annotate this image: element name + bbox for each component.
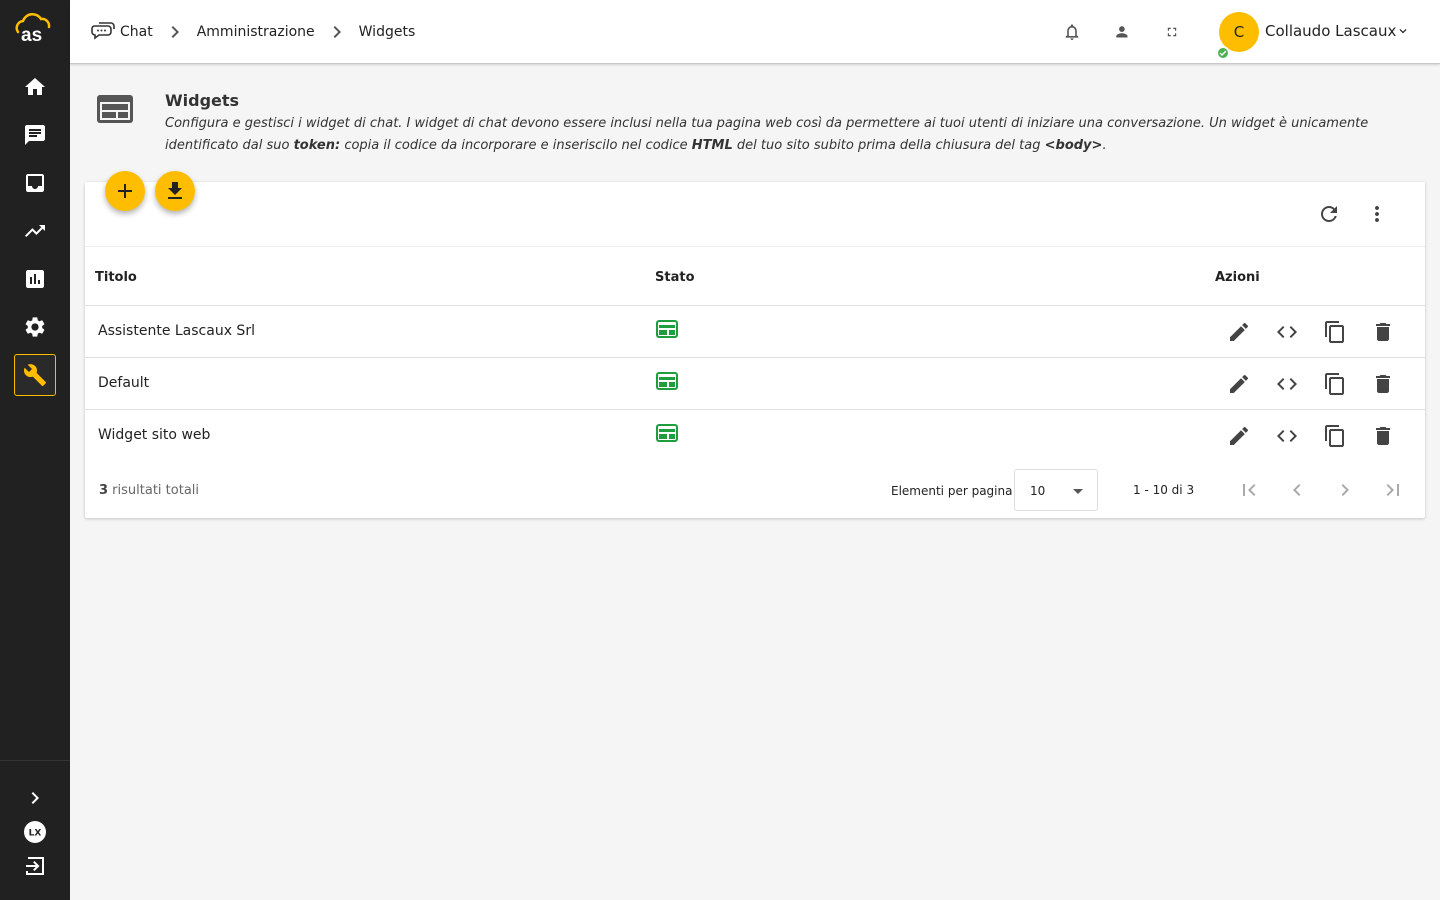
delete-icon[interactable] (1371, 320, 1395, 344)
bell-icon[interactable] (1060, 20, 1084, 44)
first-page-icon[interactable] (1237, 478, 1261, 502)
user-menu[interactable]: Collaudo Lascaux (1265, 22, 1410, 40)
breadcrumb-chat[interactable]: Chat (120, 24, 153, 40)
delete-icon[interactable] (1371, 424, 1395, 448)
logout-icon (26, 857, 44, 875)
user-name: Collaudo Lascaux (1265, 22, 1397, 40)
fullscreen-icon[interactable] (1160, 20, 1184, 44)
lx-logo-icon: LX (24, 821, 46, 843)
wrench-icon (23, 364, 46, 386)
expand-icon (31, 792, 39, 804)
widget-title: Assistente Lascaux Srl (98, 323, 255, 339)
svg-text:as: as (21, 25, 42, 46)
download-button[interactable] (155, 171, 195, 211)
more-vertical-icon[interactable] (1365, 202, 1389, 226)
column-header-status[interactable]: Stato (655, 270, 695, 285)
breadcrumb: Chat Amministrazione Widgets (90, 20, 415, 44)
sidebar-item-settings[interactable] (14, 306, 56, 348)
person-icon[interactable] (1110, 20, 1134, 44)
widgets-table-card: Titolo Stato Azioni Assistente Lascaux S… (85, 182, 1425, 518)
widget-status-icon (656, 372, 678, 390)
table-row[interactable]: Widget sito web (85, 410, 1425, 462)
column-header-title[interactable]: Titolo (95, 270, 137, 285)
per-page-label: Elementi per pagina (891, 484, 1013, 498)
last-page-icon[interactable] (1381, 478, 1405, 502)
page-description: Configura e gestisci i widget di chat. I… (165, 116, 1369, 153)
divider (85, 246, 1425, 247)
edit-icon[interactable] (1227, 372, 1251, 396)
sidebar-item-trends[interactable] (14, 210, 56, 252)
online-status-icon (1216, 46, 1230, 60)
home-icon (25, 78, 45, 95)
total-results: 3 risultati totali (99, 483, 200, 498)
copy-icon[interactable] (1323, 424, 1347, 448)
breadcrumb-administration[interactable]: Amministrazione (197, 24, 315, 40)
page-range: 1 - 10 di 3 (1133, 483, 1195, 497)
svg-text:LX: LX (29, 829, 42, 839)
widget-status-icon (656, 320, 678, 338)
bar-chart-icon (26, 270, 44, 288)
chevron-down-icon (1399, 29, 1407, 34)
edit-icon[interactable] (1227, 424, 1251, 448)
chevron-right-icon (171, 26, 179, 38)
copy-icon[interactable] (1323, 372, 1347, 396)
chat-bubbles-icon (91, 22, 115, 40)
copy-icon[interactable] (1323, 320, 1347, 344)
chat-icon (25, 125, 45, 145)
code-icon[interactable] (1275, 372, 1299, 396)
refresh-icon[interactable] (1317, 202, 1341, 226)
widget-icon (97, 95, 133, 123)
plus-icon (118, 184, 132, 198)
next-page-icon[interactable] (1333, 478, 1357, 502)
sidebar: as LX (0, 0, 70, 900)
page-title: Widgets (165, 91, 240, 110)
sidebar-item-home[interactable] (14, 66, 56, 108)
sidebar-item-administration[interactable] (14, 354, 56, 396)
inbox-icon (26, 174, 44, 192)
table-row[interactable]: Assistente Lascaux Srl (85, 306, 1425, 358)
widget-title: Widget sito web (98, 427, 211, 443)
per-page-select[interactable]: 10 (1014, 469, 1098, 511)
app-logo[interactable]: as (10, 12, 60, 46)
code-icon[interactable] (1275, 424, 1299, 448)
table-row[interactable]: Default (85, 358, 1425, 410)
settings-icon (25, 317, 45, 337)
previous-page-icon[interactable] (1285, 478, 1309, 502)
chevron-right-icon (333, 26, 341, 38)
sidebar-item-chat[interactable] (14, 114, 56, 156)
add-widget-button[interactable] (105, 171, 145, 211)
code-icon[interactable] (1275, 320, 1299, 344)
logout-button[interactable] (14, 845, 56, 887)
sidebar-item-inbox[interactable] (14, 162, 56, 204)
column-header-actions: Azioni (1215, 270, 1260, 285)
breadcrumb-widgets: Widgets (358, 24, 416, 40)
sidebar-item-reports[interactable] (14, 258, 56, 300)
delete-icon[interactable] (1371, 372, 1395, 396)
edit-icon[interactable] (1227, 320, 1251, 344)
download-icon (168, 182, 182, 199)
sidebar-footer: LX (0, 760, 70, 875)
dropdown-arrow-icon (1073, 489, 1083, 494)
top-bar: Chat Amministrazione Widgets C Collaudo … (70, 0, 1440, 64)
widget-status-icon (656, 424, 678, 442)
per-page-value: 10 (1030, 484, 1046, 498)
trending-icon (25, 225, 45, 237)
widget-title: Default (98, 375, 150, 391)
